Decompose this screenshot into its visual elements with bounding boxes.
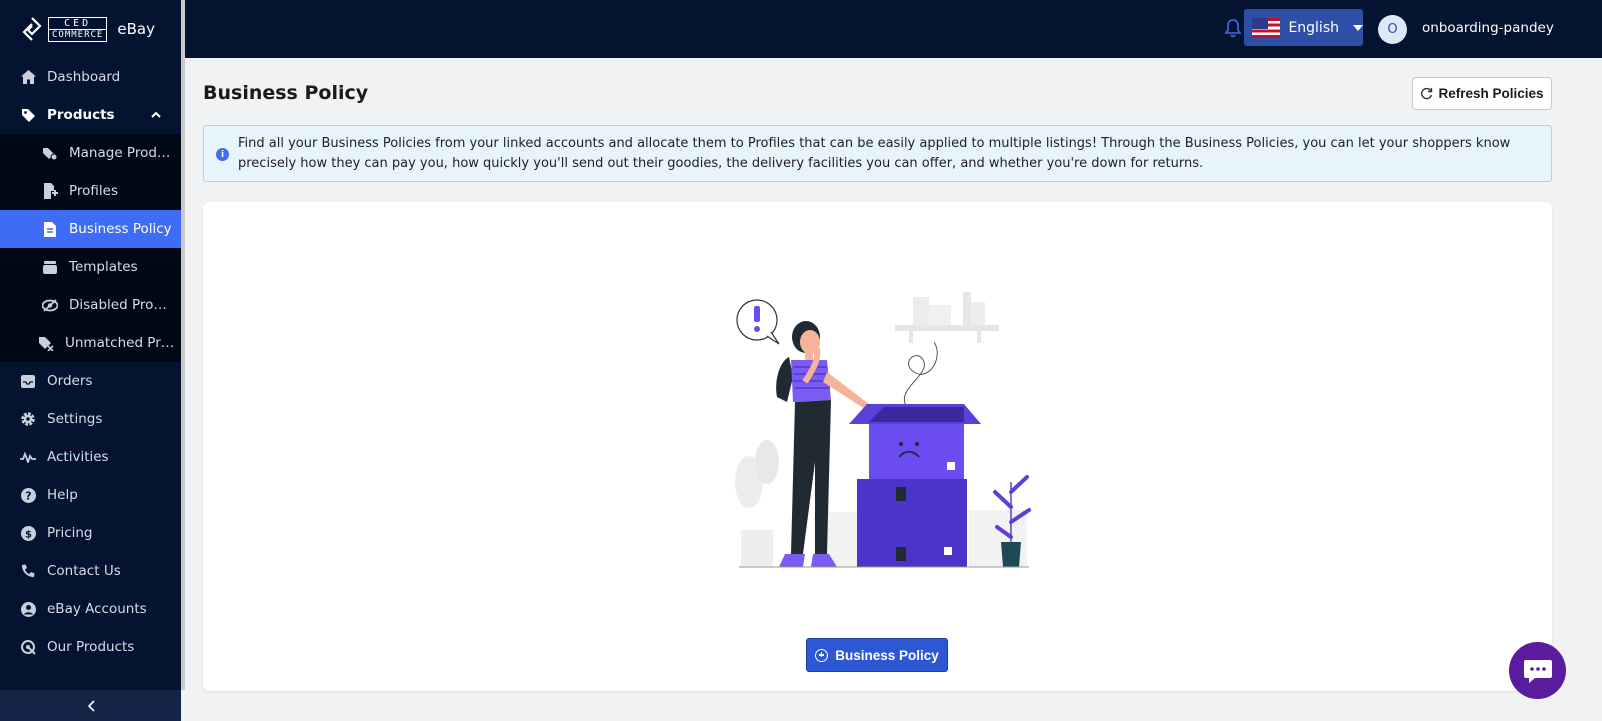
chat-bubble-icon [1523, 659, 1552, 683]
sidebar-item-label: Our Products [47, 639, 135, 655]
sidebar-item-templates[interactable]: Templates [0, 248, 181, 286]
add-business-policy-button[interactable]: Business Policy [806, 638, 948, 672]
svg-text:?: ? [25, 489, 31, 502]
info-banner: i Find all your Business Policies from y… [203, 125, 1552, 182]
gear-icon [20, 411, 36, 427]
us-flag-icon [1252, 17, 1281, 38]
template-icon [42, 259, 58, 275]
refresh-policies-label: Refresh Policies [1438, 86, 1544, 101]
notification-bell-icon[interactable] [1224, 18, 1242, 38]
home-icon [20, 69, 36, 85]
cedcommerce-logo-icon [22, 17, 42, 41]
sidebar-item-label: Settings [47, 411, 103, 427]
activity-icon [20, 449, 36, 465]
sidebar-item-unmatched-products[interactable]: Unmatched Pr… [0, 324, 181, 362]
avatar-initial: O [1387, 22, 1398, 37]
sidebar-scrollbar[interactable] [181, 0, 185, 690]
chat-widget-button[interactable] [1509, 642, 1566, 699]
inbox-icon [20, 373, 36, 389]
info-icon: i [216, 148, 229, 161]
language-label: English [1288, 19, 1339, 36]
info-text: Find all your Business Policies from you… [238, 136, 1511, 171]
chevron-up-icon[interactable] [151, 108, 161, 121]
language-selector[interactable]: English [1244, 9, 1363, 46]
profile-doc-icon [42, 183, 58, 199]
sidebar-item-label: Profiles [69, 183, 119, 199]
tag-x-icon [38, 335, 54, 351]
avatar[interactable]: O [1378, 15, 1407, 44]
question-icon: ? [20, 487, 36, 503]
sidebar-item-label: Disabled Pro… [69, 297, 167, 313]
eye-slash-icon [42, 297, 58, 313]
brand-commerce: COMMERCE [48, 28, 108, 42]
add-business-policy-label: Business Policy [835, 647, 939, 663]
sidebar-item-manage-products[interactable]: Manage Prod… [0, 134, 181, 172]
sidebar-item-label: Pricing [47, 525, 93, 541]
document-icon [42, 221, 58, 237]
sidebar-collapse-button[interactable] [0, 690, 181, 721]
chevron-left-icon [87, 699, 95, 712]
sidebar-item-label: Dashboard [47, 69, 121, 85]
tags-gear-icon [42, 145, 58, 161]
sidebar-item-label: Templates [69, 259, 138, 275]
sidebar-item-activities[interactable]: Activities [0, 438, 181, 476]
sidebar-item-label: eBay Accounts [47, 601, 147, 617]
sidebar-item-settings[interactable]: Settings [0, 400, 181, 438]
sidebar-item-profiles[interactable]: Profiles [0, 172, 181, 210]
caret-down-icon [1353, 24, 1363, 31]
sidebar-item-contact-us[interactable]: Contact Us [0, 552, 181, 590]
dollar-icon: $ [20, 525, 36, 541]
refresh-policies-button[interactable]: Refresh Policies [1412, 77, 1552, 110]
sidebar-item-products[interactable]: Products [0, 96, 181, 134]
sidebar-item-help[interactable]: ? Help [0, 476, 181, 514]
sidebar-item-label: Activities [47, 449, 109, 465]
sidebar-item-pricing[interactable]: $ Pricing [0, 514, 181, 552]
brand-product: eBay [117, 20, 155, 38]
user-circle-icon [20, 601, 36, 617]
brand-wordmark: CED COMMERCE [48, 16, 108, 42]
brand-ced: CED [48, 16, 108, 29]
username[interactable]: onboarding-pandey [1422, 20, 1554, 36]
sidebar-item-label: Help [47, 487, 78, 503]
products-submenu: Manage Prod… Profiles Business Policy Te… [0, 134, 181, 362]
sidebar-item-disabled-products[interactable]: Disabled Pro… [0, 286, 181, 324]
sidebar-item-label: Manage Prod… [69, 145, 171, 161]
sidebar-item-label: Unmatched Pr… [65, 335, 175, 351]
empty-state-card: Business Policy [203, 202, 1552, 691]
sidebar-item-label: Products [47, 107, 115, 123]
phone-icon [20, 563, 36, 579]
page-title: Business Policy [203, 82, 369, 104]
sidebar-item-label: Business Policy [69, 221, 172, 237]
empty-box-illustration [735, 292, 1031, 568]
sidebar-item-label: Orders [47, 373, 93, 389]
sidebar: CED COMMERCE eBay Dashboard Products Man… [0, 0, 181, 721]
sidebar-item-business-policy[interactable]: Business Policy [0, 210, 181, 248]
svg-text:$: $ [25, 529, 32, 540]
sidebar-item-ebay-accounts[interactable]: eBay Accounts [0, 590, 181, 628]
plus-circle-icon [815, 648, 829, 662]
sidebar-item-orders[interactable]: Orders [0, 362, 181, 400]
sidebar-item-label: Contact Us [47, 563, 121, 579]
tag-icon [20, 107, 36, 123]
products-icon [20, 639, 36, 655]
refresh-icon [1421, 87, 1433, 100]
brand-logo[interactable]: CED COMMERCE eBay [0, 0, 181, 58]
sidebar-item-dashboard[interactable]: Dashboard [0, 58, 181, 96]
sidebar-item-our-products[interactable]: Our Products [0, 628, 181, 666]
